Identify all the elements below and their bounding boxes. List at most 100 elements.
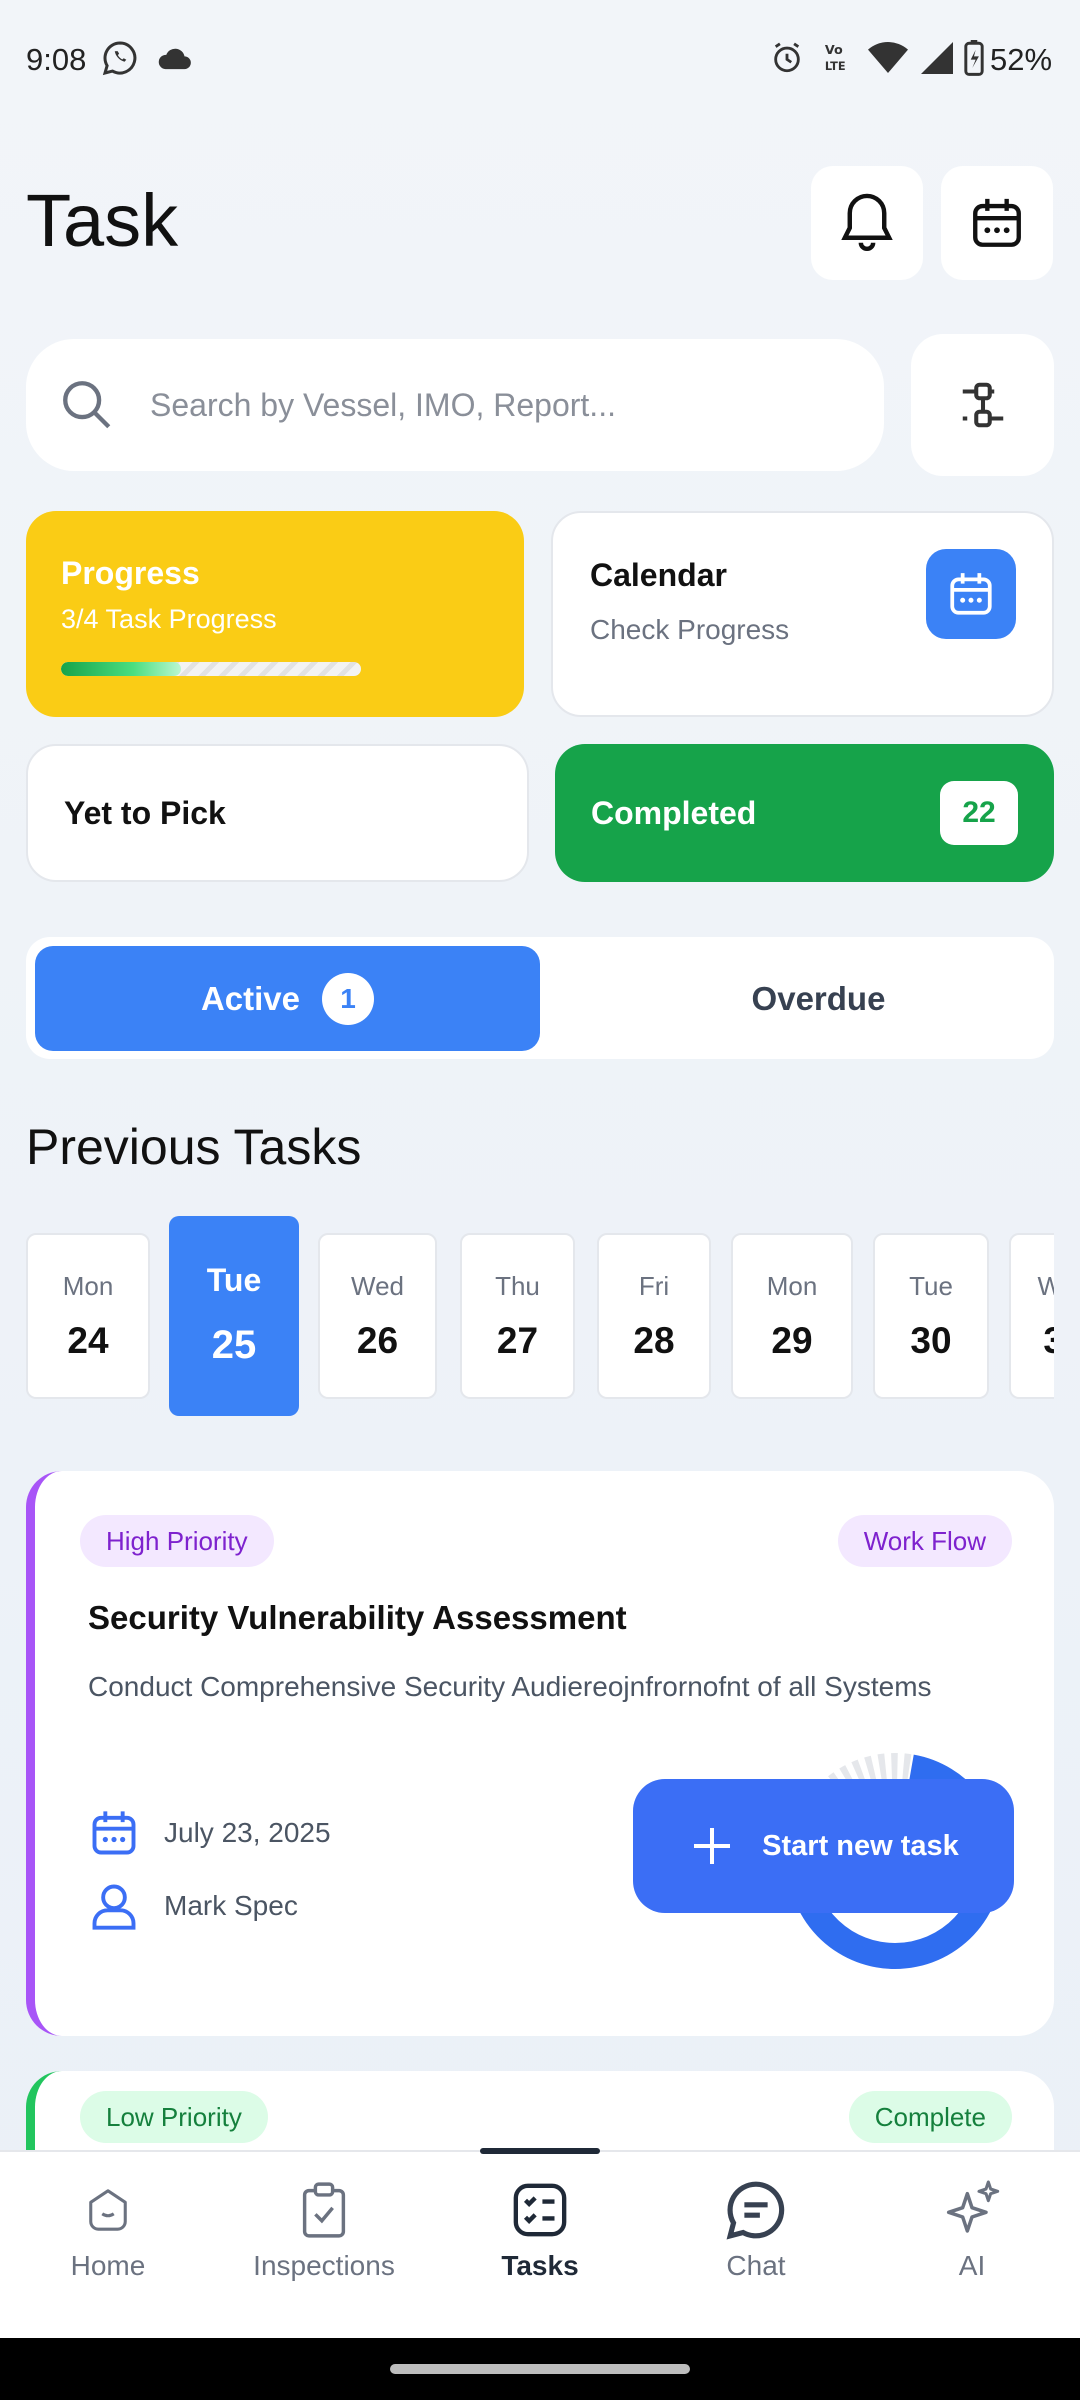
volte-icon: Vo LTE	[822, 40, 856, 76]
wifi-icon	[868, 40, 908, 76]
tab-active-count: 1	[322, 972, 375, 1025]
tasks-icon	[513, 2183, 567, 2237]
progress-bar-fill	[61, 662, 181, 676]
whatsapp-icon	[102, 40, 138, 76]
date-chip-day: Tue	[206, 1262, 262, 1298]
task-title: Security Vulnerability Assessment	[88, 1599, 627, 1636]
battery-icon	[964, 40, 984, 76]
calendar-badge	[926, 549, 1016, 639]
filter-button[interactable]	[911, 334, 1054, 476]
nav-home[interactable]: Home	[8, 2178, 208, 2282]
task-date-row: July 23, 2025	[88, 1807, 331, 1859]
start-new-task-label: Start new task	[762, 1829, 959, 1862]
date-chip[interactable]: Wed 31	[1009, 1233, 1054, 1399]
priority-badge: High Priority	[80, 1515, 274, 1567]
tab-active[interactable]: Active 1	[35, 946, 540, 1051]
date-chip-number: 26	[356, 1320, 399, 1361]
date-chip[interactable]: Mon 24	[26, 1233, 150, 1399]
tab-overdue[interactable]: Overdue	[566, 946, 1071, 1051]
date-chip-number: 28	[633, 1320, 675, 1361]
calendar-icon	[973, 198, 1021, 247]
task-assignee: Mark Spec	[164, 1890, 298, 1921]
date-chip-day: Thu	[495, 1271, 540, 1301]
date-chip-number: 25	[211, 1323, 257, 1367]
bell-icon	[841, 193, 893, 252]
date-chip-day: Tue	[909, 1271, 953, 1301]
tab-overdue-label: Overdue	[751, 979, 886, 1017]
search-input[interactable]	[150, 386, 850, 424]
task-date: July 23, 2025	[164, 1817, 331, 1848]
task-card[interactable]: High Priority Work Flow Security Vulnera…	[26, 1471, 1054, 2036]
date-chip-number: 31	[1043, 1320, 1054, 1361]
date-chip-number: 24	[67, 1320, 109, 1361]
date-chip-number: 29	[771, 1320, 813, 1361]
calendar-button[interactable]	[941, 166, 1053, 280]
date-chip-day: Mon	[766, 1271, 818, 1301]
chat-icon	[726, 2181, 785, 2240]
section-title: Previous Tasks	[26, 1119, 362, 1175]
workflow-badge: Work Flow	[837, 1515, 1012, 1567]
notifications-button[interactable]	[811, 166, 923, 280]
nav-chat[interactable]: Chat	[656, 2178, 856, 2282]
date-chip-day: Wed	[351, 1271, 404, 1301]
date-chip[interactable]: Fri 28	[597, 1233, 711, 1399]
status-bar: 9:08 Vo LTE 52%	[0, 0, 1080, 125]
nav-ai-label: AI	[958, 2250, 986, 2281]
yet-to-pick-card[interactable]: Yet to Pick	[26, 744, 529, 882]
completed-count-badge: 22	[940, 781, 1018, 845]
date-chip[interactable]: Thu 27	[460, 1233, 575, 1399]
nav-tasks-label: Tasks	[501, 2250, 579, 2281]
user-icon	[92, 1884, 136, 1930]
bottom-nav: Home Inspections Tasks Chat AI	[0, 2148, 1080, 2338]
calendar-card[interactable]: Calendar Check Progress	[551, 511, 1054, 717]
yet-to-pick-label: Yet to Pick	[64, 794, 226, 831]
progress-card[interactable]: Progress 3/4 Task Progress	[26, 511, 524, 717]
svg-text:Vo: Vo	[825, 43, 843, 58]
nav-ai[interactable]: AI	[872, 2178, 1072, 2282]
active-tab-indicator	[480, 2148, 600, 2154]
date-chip-number: 27	[496, 1320, 539, 1361]
tab-active-label: Active	[200, 979, 301, 1017]
search-icon	[63, 381, 111, 429]
plus-icon	[694, 1828, 731, 1864]
nav-home-label: Home	[70, 2250, 146, 2281]
progress-subtitle: 3/4 Task Progress	[61, 604, 277, 634]
sparkles-icon	[946, 2180, 1000, 2233]
nav-tasks[interactable]: Tasks	[440, 2178, 640, 2282]
home-icon	[89, 2189, 127, 2231]
nav-inspections-label: Inspections	[253, 2250, 395, 2281]
completed-label: Completed	[591, 794, 757, 831]
date-chip-day: Mon	[62, 1271, 114, 1301]
progress-title: Progress	[61, 555, 200, 591]
date-strip: Mon 24 Tue 25 Wed 26 Thu 27 Fri 28 Mon 29 Tue 30 Wed 31	[26, 1216, 1054, 1416]
date-chip[interactable]: Tue 25	[169, 1216, 299, 1416]
battery-percent: 52%	[990, 42, 1053, 77]
date-chip[interactable]: Wed 26	[318, 1233, 437, 1399]
status-time: 9:08	[26, 42, 87, 77]
nav-inspections[interactable]: Inspections	[224, 2178, 424, 2282]
clipboard-check-icon	[302, 2182, 346, 2238]
start-new-task-button[interactable]: Start new task	[633, 1779, 1014, 1913]
date-chip-day: Wed	[1037, 1271, 1055, 1301]
nav-chat-label: Chat	[726, 2250, 786, 2281]
date-chip-number: 30	[910, 1320, 952, 1361]
completed-card[interactable]: Completed 22	[555, 744, 1054, 882]
task-description: Conduct Comprehensive Security Audiereoj…	[88, 1671, 932, 1702]
task-assignee-row: Mark Spec	[88, 1880, 298, 1932]
calendar-icon	[950, 573, 992, 615]
task-filter-tabs: Active 1 Overdue	[26, 937, 1054, 1059]
date-chip[interactable]: Mon 29	[731, 1233, 853, 1399]
date-chip-day: Fri	[638, 1271, 670, 1301]
date-chip[interactable]: Tue 30	[873, 1233, 989, 1399]
status-badge: Complete	[848, 2091, 1012, 2143]
priority-badge: Low Priority	[80, 2091, 268, 2143]
home-gesture-handle[interactable]	[390, 2364, 690, 2374]
search-box[interactable]	[26, 339, 884, 471]
signal-icon	[920, 40, 954, 76]
svg-text:LTE: LTE	[825, 59, 846, 73]
progress-bar	[61, 662, 361, 676]
filter-icon	[962, 382, 1003, 428]
calendar-icon	[92, 1811, 136, 1855]
alarm-icon	[770, 40, 804, 76]
cloud-icon	[156, 40, 194, 76]
